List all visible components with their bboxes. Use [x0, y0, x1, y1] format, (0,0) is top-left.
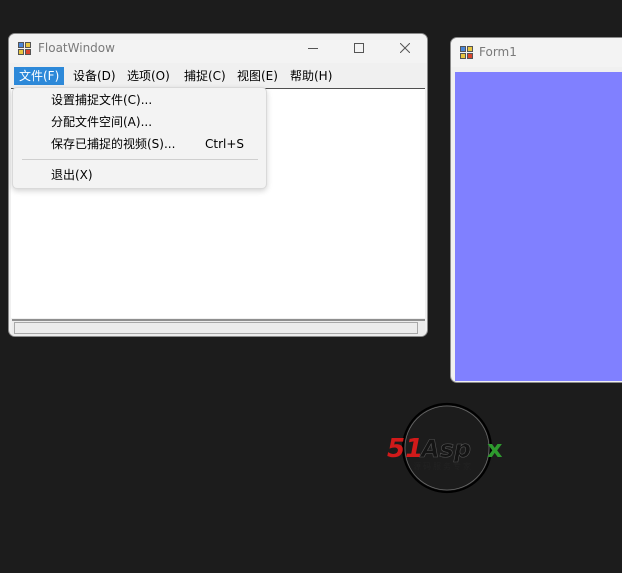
menu-view[interactable]: 视图(E)	[232, 67, 283, 85]
menu-item-allocate-file-space[interactable]: 分配文件空间(A)...	[13, 112, 266, 132]
form1-title: Form1	[479, 45, 517, 59]
menu-file[interactable]: 文件(F)	[14, 67, 65, 85]
minimize-button[interactable]	[290, 34, 336, 63]
app-icon	[460, 46, 474, 60]
close-icon	[400, 43, 410, 53]
menu-item-label: 保存已捕捉的视频(S)...	[51, 137, 176, 151]
form1-window: Form1	[450, 37, 622, 383]
maximize-button[interactable]	[336, 34, 382, 63]
float-window-title: FloatWindow	[38, 41, 115, 55]
minimize-icon	[308, 48, 318, 49]
menu-separator	[22, 159, 258, 160]
logo-brand-numeral: 51	[387, 434, 423, 464]
menu-item-exit[interactable]: 退出(X)	[13, 165, 266, 185]
logo-brand-asp: Asp	[419, 435, 471, 463]
status-panel	[14, 322, 418, 334]
menu-item-label: 分配文件空间(A)...	[51, 115, 153, 129]
menu-item-save-captured-video[interactable]: 保存已捕捉的视频(S)... Ctrl+S	[13, 134, 266, 154]
file-menu-dropdown: 设置捕捉文件(C)... 分配文件空间(A)... 保存已捕捉的视频(S)...…	[12, 87, 267, 189]
app-icon	[18, 42, 32, 56]
maximize-icon	[354, 43, 364, 53]
form1-titlebar[interactable]: Form1	[451, 38, 622, 67]
logo-tagline: 源码服务专家	[413, 461, 473, 471]
menu-item-label: 设置捕捉文件(C)...	[51, 93, 153, 107]
close-button[interactable]	[382, 34, 427, 63]
watermark-logo: 51 Asp x 源码服务专家	[387, 402, 503, 494]
logo-brand-x: x	[487, 435, 503, 463]
menu-capture[interactable]: 捕捉(C)	[179, 67, 231, 85]
menu-help[interactable]: 帮助(H)	[285, 67, 337, 85]
form1-client-area	[455, 72, 622, 381]
menu-item-label: 退出(X)	[51, 168, 93, 182]
menu-bar: 文件(F) 设备(D) 选项(O) 捕捉(C) 视图(E) 帮助(H)	[9, 65, 427, 87]
menu-item-shortcut: Ctrl+S	[205, 137, 245, 151]
menu-item-set-capture-file[interactable]: 设置捕捉文件(C)...	[13, 90, 266, 110]
menu-options[interactable]: 选项(O)	[122, 67, 175, 85]
float-window-titlebar[interactable]: FloatWindow	[9, 34, 427, 63]
status-bar	[12, 319, 425, 336]
menu-device[interactable]: 设备(D)	[68, 67, 121, 85]
